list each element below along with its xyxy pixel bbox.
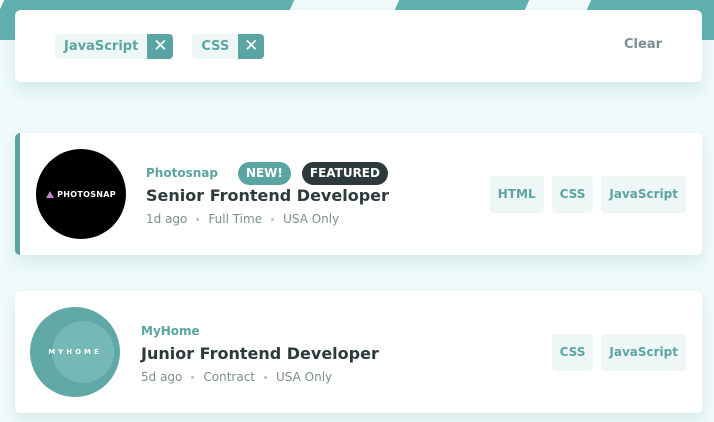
job-info: Photosnap NEW! FEATURED Senior Frontend … bbox=[146, 161, 389, 226]
remove-filter-css-button[interactable]: ✕ bbox=[238, 33, 265, 59]
company-row: MyHome bbox=[141, 320, 379, 342]
tag-css-button[interactable]: CSS bbox=[551, 333, 594, 371]
contract-type: Full Time bbox=[208, 212, 263, 226]
company-name: MyHome bbox=[141, 324, 200, 338]
job-card-myhome: MYHOME MyHome Junior Frontend Developer … bbox=[15, 291, 702, 413]
company-name: Photosnap bbox=[146, 166, 218, 180]
company-logo: MYHOME bbox=[30, 307, 120, 397]
job-card-photosnap: PHOTOSNAP Photosnap NEW! FEATURED Senior… bbox=[15, 133, 702, 255]
separator-dot-icon bbox=[191, 375, 195, 379]
job-position[interactable]: Senior Frontend Developer bbox=[146, 186, 389, 205]
posted-at: 1d ago bbox=[146, 212, 188, 226]
company-row: Photosnap NEW! FEATURED bbox=[146, 161, 389, 185]
header-pattern bbox=[0, 0, 14, 40]
separator-dot-icon bbox=[196, 217, 200, 221]
tag-html-button[interactable]: HTML bbox=[489, 175, 544, 213]
new-badge: NEW! bbox=[237, 161, 291, 185]
filter-tag-css: CSS ✕ bbox=[192, 33, 265, 59]
filter-tag-label: JavaScript bbox=[64, 38, 139, 54]
posted-at: 5d ago bbox=[141, 370, 183, 384]
close-icon: ✕ bbox=[153, 36, 168, 56]
company-logo: PHOTOSNAP bbox=[36, 149, 126, 239]
job-location: USA Only bbox=[283, 212, 340, 226]
filter-tag-javascript: JavaScript ✕ bbox=[55, 33, 174, 59]
job-tags: HTML CSS JavaScript bbox=[489, 175, 702, 213]
contract-type: Contract bbox=[203, 370, 256, 384]
remove-filter-javascript-button[interactable]: ✕ bbox=[147, 33, 174, 59]
clear-filters-button[interactable]: Clear bbox=[624, 37, 662, 52]
logo-text: MYHOME bbox=[48, 348, 102, 356]
filter-tag-label: CSS bbox=[201, 38, 230, 54]
logo-text: PHOTOSNAP bbox=[57, 189, 116, 199]
photosnap-logo: PHOTOSNAP bbox=[46, 190, 116, 199]
job-location: USA Only bbox=[276, 370, 333, 384]
job-meta: 1d ago Full Time USA Only bbox=[146, 212, 389, 226]
featured-badge: FEATURED bbox=[301, 161, 388, 185]
tag-javascript-button[interactable]: JavaScript bbox=[601, 175, 686, 213]
filter-bar: JavaScript ✕ CSS ✕ Clear bbox=[15, 10, 702, 82]
job-info: MyHome Junior Frontend Developer 5d ago … bbox=[141, 320, 379, 384]
job-tags: CSS JavaScript bbox=[551, 333, 702, 371]
separator-dot-icon bbox=[271, 217, 275, 221]
job-meta: 5d ago Contract USA Only bbox=[141, 370, 379, 384]
filter-tags: JavaScript ✕ CSS ✕ bbox=[55, 33, 265, 59]
tag-css-button[interactable]: CSS bbox=[551, 175, 594, 213]
close-icon: ✕ bbox=[244, 36, 259, 56]
job-position[interactable]: Junior Frontend Developer bbox=[141, 344, 379, 363]
tag-javascript-button[interactable]: JavaScript bbox=[601, 333, 686, 371]
triangle-icon bbox=[46, 190, 55, 198]
separator-dot-icon bbox=[264, 375, 268, 379]
